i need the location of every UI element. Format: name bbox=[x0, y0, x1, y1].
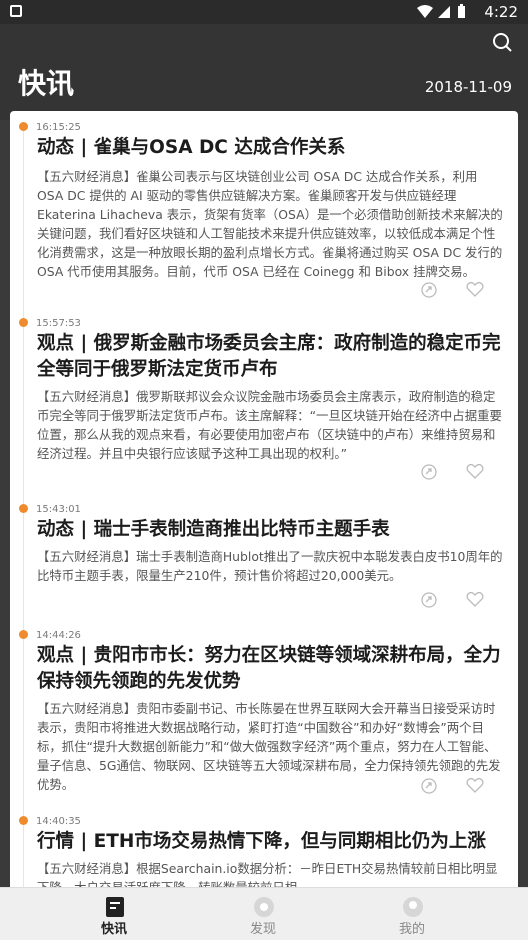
system-status-icons bbox=[416, 4, 468, 24]
entry-body: 【五六财经消息】俄罗斯联邦议会众议院金融市场委员会主席表示，政府制造的稳定币完全… bbox=[37, 389, 502, 461]
page-title: 快讯 bbox=[18, 67, 75, 100]
nav-label: 我的 bbox=[398, 922, 425, 937]
entry-time: 15:57:53 bbox=[36, 318, 81, 329]
heart-icon[interactable] bbox=[466, 281, 484, 301]
news-feed[interactable]: 16:15:25 动态 | 雀巢与OSA DC 达成合作关系 【五六财经消息】雀… bbox=[10, 111, 518, 887]
entry-body: 【五六财经消息】瑞士手表制造商Hublot推出了一款庆祝中本聪发表白皮书10周年… bbox=[37, 549, 503, 583]
entry-time: 14:40:35 bbox=[36, 816, 81, 827]
timeline-dot bbox=[19, 318, 28, 327]
entry-actions bbox=[420, 591, 490, 609]
entry-title[interactable]: 动态 | 瑞士手表制造商推出比特币主题手表 bbox=[37, 517, 507, 543]
search-icon[interactable] bbox=[490, 30, 516, 56]
nav-item-flash[interactable]: 快讯 bbox=[54, 888, 174, 940]
header-date: 2018-11-09 bbox=[424, 78, 512, 96]
app-notification-icon bbox=[10, 5, 22, 17]
entry-actions bbox=[420, 777, 490, 795]
nav-item-discover[interactable]: 发现 bbox=[203, 888, 323, 940]
share-icon[interactable] bbox=[420, 777, 438, 799]
bottom-navigation: 快讯 发现 我的 bbox=[0, 887, 528, 940]
status-bar: 4:22 bbox=[0, 0, 528, 24]
nav-label: 发现 bbox=[249, 922, 276, 937]
share-icon[interactable] bbox=[420, 281, 438, 303]
entry-title[interactable]: 观点 | 俄罗斯金融市场委员会主席：政府制造的稳定币完全等同于俄罗斯法定货币卢布 bbox=[37, 331, 507, 383]
share-icon[interactable] bbox=[420, 463, 438, 485]
entry-title[interactable]: 动态 | 雀巢与OSA DC 达成合作关系 bbox=[37, 135, 507, 161]
heart-icon[interactable] bbox=[466, 463, 484, 483]
entry-body: 【五六财经消息】根据Searchain.io数据分析：－昨日ETH交易热情较前日… bbox=[37, 861, 498, 887]
timeline-dot bbox=[19, 630, 28, 639]
nav-label: 快讯 bbox=[100, 922, 127, 937]
page-header: 快讯 2018-11-09 bbox=[0, 24, 528, 120]
nav-item-mine[interactable]: 我的 bbox=[352, 888, 472, 940]
timeline-dot bbox=[19, 816, 28, 825]
status-time: 4:22 bbox=[484, 3, 518, 21]
share-icon[interactable] bbox=[420, 591, 438, 613]
entry-actions bbox=[420, 463, 490, 481]
entry-title[interactable]: 观点 | 贵阳市市长：努力在区块链等领域深耕布局，全力保持领先领跑的先发优势 bbox=[37, 643, 507, 695]
wifi-signal-battery-icon bbox=[417, 4, 465, 18]
entry-time: 14:44:26 bbox=[36, 630, 81, 641]
entry-title[interactable]: 行情 | ETH市场交易热情下降，但与同期相比仍为上涨 bbox=[37, 829, 507, 855]
entry-body: 【五六财经消息】雀巢公司表示与区块链创业公司 OSA DC 达成合作关系，利用 … bbox=[37, 169, 503, 279]
entry-time: 16:15:25 bbox=[36, 122, 81, 133]
entry-time: 15:43:01 bbox=[36, 504, 81, 515]
entry-actions bbox=[420, 281, 490, 299]
heart-icon[interactable] bbox=[466, 777, 484, 797]
timeline-dot bbox=[19, 504, 28, 513]
timeline-dot bbox=[19, 122, 28, 131]
heart-icon[interactable] bbox=[466, 591, 484, 611]
